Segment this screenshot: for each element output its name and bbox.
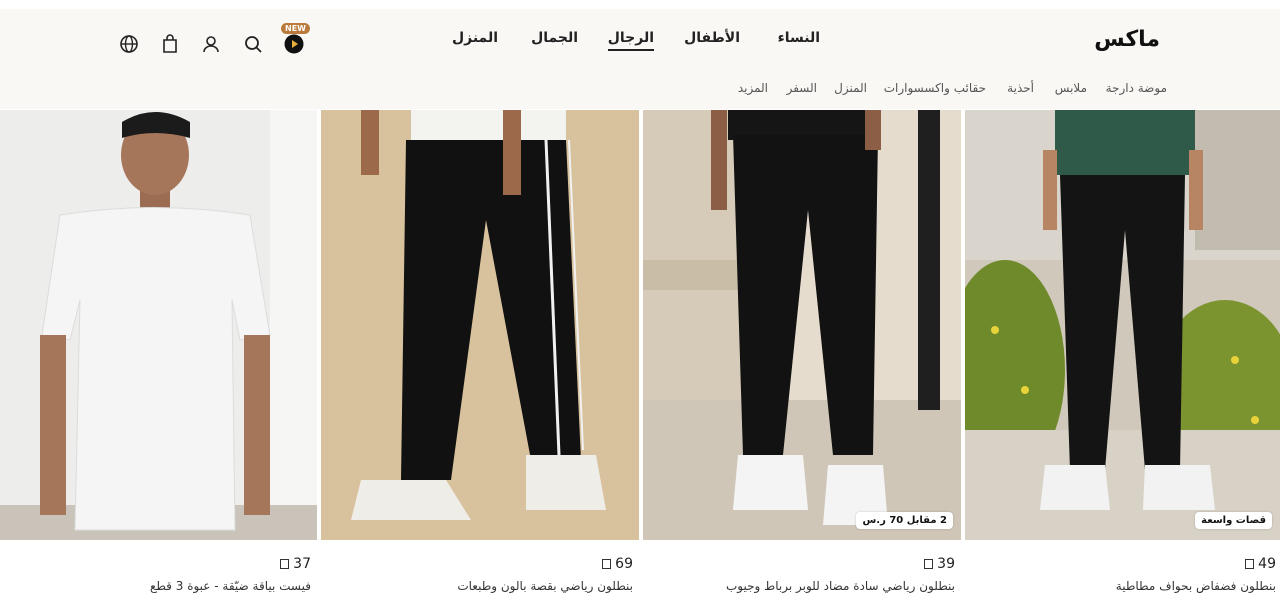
product-image[interactable] (643, 110, 961, 540)
currency-icon (280, 559, 290, 569)
product-title[interactable]: بنطلون رياضي سادة مضاد للوبر برباط وجيوب (726, 579, 955, 593)
product-grid: قصات واسعة 49 بنطلون فضفاض بحواف مطاطية … (0, 110, 1280, 600)
globe-icon[interactable] (114, 29, 144, 59)
currency-icon (1245, 559, 1255, 569)
product-price: 39 (924, 556, 955, 572)
subnav-trending[interactable]: موضة دارجة (1106, 81, 1167, 95)
site-header: ماكس النساء الأطفال الرجال الجمال المنزل… (0, 9, 1280, 109)
main-nav: النساء الأطفال الرجال الجمال المنزل (440, 30, 860, 56)
product-image[interactable] (321, 110, 639, 540)
product-card[interactable]: 2 مقابل 70 ر.س 39 بنطلون رياضي سادة مضاد… (643, 110, 961, 600)
nav-beauty[interactable]: الجمال (531, 30, 578, 46)
product-price: 37 (280, 556, 311, 572)
product-tag: قصات واسعة (1195, 512, 1272, 529)
bag-icon[interactable] (155, 29, 185, 59)
currency-icon (924, 559, 934, 569)
subnav-travel[interactable]: السفر (787, 81, 817, 95)
product-image[interactable] (0, 110, 317, 540)
search-icon[interactable] (238, 29, 268, 59)
currency-icon (602, 559, 612, 569)
subnav-home[interactable]: المنزل (834, 81, 867, 95)
nav-women[interactable]: النساء (778, 30, 820, 46)
subnav-more[interactable]: المزيد (738, 81, 768, 95)
product-card[interactable]: 37 فيست بياقة ضيّقة - عبوة 3 قطع (0, 110, 317, 600)
product-price: 49 (1245, 556, 1276, 572)
product-card[interactable]: 69 بنطلون رياضي بقصة بالون وطبعات (321, 110, 639, 600)
user-icon[interactable] (196, 29, 226, 59)
subnav-clothing[interactable]: ملابس (1055, 81, 1087, 95)
subnav-shoes[interactable]: أحذية (1007, 81, 1034, 95)
product-image[interactable] (965, 110, 1280, 540)
product-tag: 2 مقابل 70 ر.س (856, 512, 953, 529)
product-price: 69 (602, 556, 633, 572)
header-icons (112, 29, 312, 59)
brand-logo[interactable]: ماكس (1094, 27, 1161, 52)
nav-home[interactable]: المنزل (452, 30, 498, 46)
product-title[interactable]: بنطلون رياضي بقصة بالون وطبعات (457, 579, 633, 593)
product-card[interactable]: قصات واسعة 49 بنطلون فضفاض بحواف مطاطية (965, 110, 1280, 600)
nav-kids[interactable]: الأطفال (684, 30, 740, 46)
product-title[interactable]: بنطلون فضفاض بحواف مطاطية (1116, 579, 1276, 593)
sub-nav: موضة دارجة ملابس أحذية حقائب واكسسوارات … (720, 81, 1180, 101)
new-badge: NEW (281, 23, 310, 34)
nav-men[interactable]: الرجال (607, 30, 654, 51)
subnav-bags-accessories[interactable]: حقائب واكسسوارات (884, 81, 986, 95)
product-title[interactable]: فيست بياقة ضيّقة - عبوة 3 قطع (150, 579, 311, 593)
